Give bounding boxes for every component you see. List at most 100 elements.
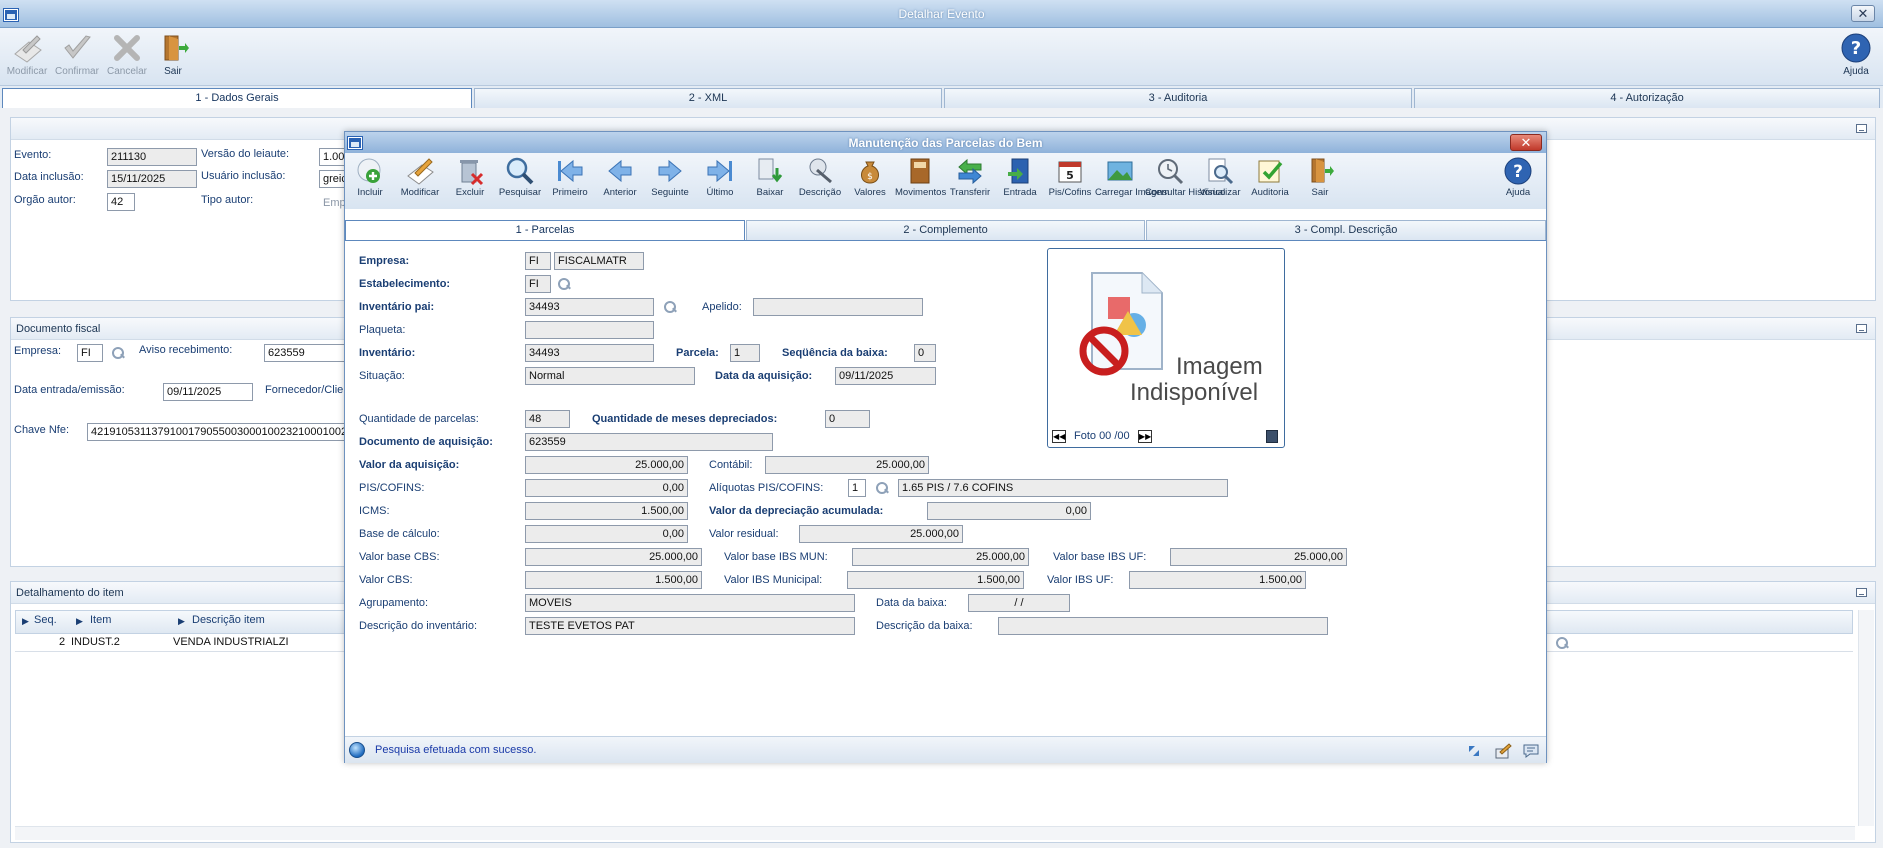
empresa-code-field[interactable]: FI [525, 252, 551, 270]
descricao-baixa-field[interactable] [998, 617, 1328, 635]
photo-prev-icon[interactable]: ◀◀ [1052, 430, 1066, 443]
pesquisar-button[interactable]: Pesquisar [495, 155, 545, 198]
seguinte-button[interactable]: Seguinte [645, 155, 695, 198]
inventario-pai-field[interactable]: 34493 [525, 298, 654, 316]
icms-field[interactable]: 1.500,00 [525, 502, 688, 520]
empresa-field[interactable]: FI [77, 344, 103, 362]
col-seq[interactable]: Seq. [34, 614, 57, 626]
door-exit-icon [156, 31, 190, 65]
doc-aquisicao-field[interactable]: 623559 [525, 433, 773, 451]
main-close-button[interactable]: ✕ [1851, 5, 1875, 22]
descricao-inventario-field[interactable]: TESTE EVETOS PAT [525, 617, 855, 635]
col-descricao[interactable]: Descrição item [192, 614, 265, 626]
search-icon[interactable] [875, 481, 889, 495]
exit-label: Sair [164, 66, 182, 77]
tab-parcelas[interactable]: 1 - Parcelas [345, 220, 745, 240]
modify-button[interactable]: Modificar [4, 31, 50, 77]
pis-cofins-button[interactable]: 5 Pis/Cofins [1045, 155, 1095, 198]
col-item[interactable]: Item [90, 614, 111, 626]
anterior-button[interactable]: Anterior [595, 155, 645, 198]
dialog-help-label: Ajuda [1505, 187, 1531, 198]
agrupamento-field[interactable]: MOVEIS [525, 594, 855, 612]
base-calculo-field[interactable]: 0,00 [525, 525, 688, 543]
incluir-button[interactable]: Incluir [345, 155, 395, 198]
dialog-help-button[interactable]: ? Ajuda [1493, 155, 1543, 198]
doc-fiscal-title: Documento fiscal [16, 323, 101, 335]
evento-field[interactable]: 211130 [107, 148, 197, 166]
parcela-field[interactable]: 1 [730, 344, 760, 362]
search-icon[interactable] [663, 300, 677, 314]
aliquotas-code-field[interactable]: 1 [848, 479, 866, 497]
depreciacao-field[interactable]: 0,00 [927, 502, 1091, 520]
carregar-imagem-button[interactable]: Carregar Imagem [1095, 155, 1169, 198]
search-icon[interactable] [1555, 636, 1569, 650]
auditoria-button[interactable]: Auditoria [1245, 155, 1295, 198]
aviso-field[interactable]: 623559 [264, 344, 348, 362]
valor-ibs-mun-field[interactable]: 1.500,00 [847, 571, 1024, 589]
tab-compl-descricao[interactable]: 3 - Compl. Descrição [1146, 220, 1546, 240]
photo-next-icon[interactable]: ▶▶ [1138, 430, 1152, 443]
valor-base-ibs-mun-field[interactable]: 25.000,00 [852, 548, 1029, 566]
valor-cbs-field[interactable]: 1.500,00 [525, 571, 702, 589]
vertical-scrollbar[interactable] [1858, 610, 1874, 826]
contabil-field[interactable]: 25.000,00 [765, 456, 929, 474]
search-icon[interactable] [557, 277, 571, 291]
minimize-icon[interactable] [1856, 588, 1867, 597]
valor-ibs-uf-field[interactable]: 1.500,00 [1129, 571, 1306, 589]
chave-field[interactable]: 4219105311379100179055003000100232100010… [87, 423, 349, 441]
help-button[interactable]: ? Ajuda [1833, 31, 1879, 77]
ultimo-button[interactable]: Último [695, 155, 745, 198]
horizontal-scrollbar[interactable] [15, 826, 1855, 840]
descricao-button[interactable]: Descrição [795, 155, 845, 198]
minimize-icon[interactable] [1856, 124, 1867, 133]
tipo-autor-label: Tipo autor: [201, 194, 254, 206]
cancel-button[interactable]: Cancelar [104, 31, 150, 77]
search-icon[interactable] [111, 346, 125, 360]
consultar-historico-button[interactable]: Consultar Histórico [1145, 155, 1225, 198]
pis-cofins-field[interactable]: 0,00 [525, 479, 688, 497]
dialog-close-button[interactable]: ✕ [1510, 134, 1542, 151]
excluir-button[interactable]: Excluir [445, 155, 495, 198]
delete-photo-icon[interactable] [1266, 430, 1278, 443]
data-inclusao-field[interactable]: 15/11/2025 [107, 170, 197, 188]
transferir-button[interactable]: Transferir [945, 155, 995, 198]
edit-notes-icon[interactable] [1494, 743, 1512, 759]
orgao-field[interactable]: 42 [107, 193, 135, 211]
valor-residual-field[interactable]: 25.000,00 [799, 525, 963, 543]
sequencia-field[interactable]: 0 [914, 344, 936, 362]
qtd-meses-field[interactable]: 0 [825, 410, 870, 428]
plaqueta-field[interactable] [525, 321, 654, 339]
valores-button[interactable]: $ Valores [845, 155, 895, 198]
tab-xml[interactable]: 2 - XML [474, 88, 942, 108]
inventario-field[interactable]: 34493 [525, 344, 654, 362]
valor-base-cbs-field[interactable]: 25.000,00 [525, 548, 702, 566]
valor-base-ibs-uf-field[interactable]: 25.000,00 [1170, 548, 1347, 566]
movimentos-button[interactable]: Movimentos [895, 155, 946, 198]
valor-aquisicao-field[interactable]: 25.000,00 [525, 456, 688, 474]
data-baixa-field[interactable]: / / [968, 594, 1070, 612]
primeiro-button[interactable]: Primeiro [545, 155, 595, 198]
modificar-button[interactable]: Modificar [395, 155, 445, 198]
tab-dados-gerais[interactable]: 1 - Dados Gerais [2, 88, 472, 108]
exit-button[interactable]: Sair [150, 31, 196, 77]
estabelecimento-field[interactable]: FI [525, 275, 551, 293]
doc-aquisicao-label: Documento de aquisição: [359, 436, 493, 448]
tab-autorizacao[interactable]: 4 - Autorização [1414, 88, 1880, 108]
sair-label: Sair [1311, 187, 1329, 198]
expand-icon[interactable] [1466, 743, 1482, 759]
qtd-parcelas-field[interactable]: 48 [525, 410, 570, 428]
apelido-field[interactable] [753, 298, 923, 316]
status-message: Pesquisa efetuada com sucesso. [375, 744, 537, 756]
baixar-button[interactable]: Baixar [745, 155, 795, 198]
sair-button[interactable]: Sair [1295, 155, 1345, 198]
chat-icon[interactable] [1522, 743, 1540, 759]
minimize-icon[interactable] [1856, 324, 1867, 333]
confirm-button[interactable]: Confirmar [54, 31, 100, 77]
situacao-field[interactable]: Normal [525, 367, 695, 385]
data-aquisicao-field[interactable]: 09/11/2025 [835, 367, 936, 385]
tab-auditoria[interactable]: 3 - Auditoria [944, 88, 1412, 108]
tab-complemento[interactable]: 2 - Complemento [746, 220, 1145, 240]
entrada-button[interactable]: Entrada [995, 155, 1045, 198]
data-entrada-field[interactable]: 09/11/2025 [163, 383, 253, 401]
visualizar-button[interactable]: Visualizar [1195, 155, 1245, 198]
